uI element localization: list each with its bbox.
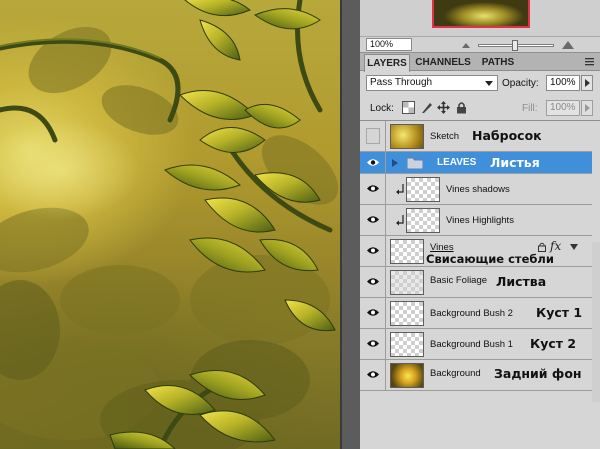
fill-label: Fill: — [522, 103, 538, 114]
clip-arrow-icon — [396, 215, 404, 226]
layer-name: Basic Foliage — [430, 275, 488, 286]
layer-row-vines-highlights[interactable]: Vines Highlights — [360, 205, 592, 236]
zoom-slider-handle[interactable] — [512, 40, 518, 51]
visibility-toggle[interactable] — [360, 121, 386, 151]
zoom-out-icon[interactable] — [462, 41, 472, 49]
layer-thumbnail — [390, 239, 424, 264]
layer-group-leaves[interactable]: LEAVES Листья — [360, 152, 592, 174]
eye-icon — [367, 278, 379, 285]
visibility-toggle[interactable] — [360, 205, 386, 235]
blend-row: Pass Through Opacity: 100% — [360, 71, 600, 95]
fx-icon[interactable]: fx — [550, 239, 561, 253]
lock-all-icon[interactable] — [455, 101, 468, 114]
layer-name: Vines shadows — [446, 184, 510, 195]
lock-row: Lock: Fill: 100% — [360, 95, 600, 121]
eye-icon — [367, 371, 379, 378]
layer-thumbnail — [390, 332, 424, 357]
fill-slider-button[interactable] — [581, 100, 593, 116]
lock-transparent-icon[interactable] — [402, 101, 415, 114]
layer-name: Background — [430, 368, 481, 379]
layer-thumbnail — [390, 270, 424, 295]
layer-thumbnail — [390, 363, 424, 388]
visibility-toggle[interactable] — [360, 360, 386, 390]
zoom-in-icon[interactable] — [562, 40, 576, 50]
blend-mode-select[interactable]: Pass Through — [366, 75, 498, 91]
layer-row-basic-foliage[interactable]: Basic Foliage Листва — [360, 267, 592, 298]
layer-thumbnail — [406, 208, 440, 233]
lock-image-icon[interactable] — [420, 101, 433, 114]
zoom-input[interactable]: 100% — [366, 38, 412, 51]
panel-menu-icon[interactable] — [584, 57, 596, 67]
lock-label: Lock: — [370, 103, 394, 114]
annotation-label: Свисающие стебли — [426, 252, 554, 266]
annotation-label: Листья — [490, 155, 540, 170]
opacity-label: Opacity: — [502, 78, 539, 89]
layer-name: Background Bush 2 — [430, 308, 513, 319]
navigator-panel — [360, 0, 600, 36]
eye-icon — [367, 340, 379, 347]
artwork — [0, 0, 339, 449]
panels-dock: 100% LAYERS CHANNELS PATHS Pass Through … — [360, 0, 600, 449]
tab-channels[interactable]: CHANNELS — [412, 54, 474, 72]
annotation-label: Набросок — [472, 128, 542, 143]
chevron-down-icon[interactable] — [570, 244, 578, 251]
layer-name: Sketch — [430, 131, 460, 142]
layers-scrollbar[interactable] — [592, 242, 600, 402]
navigator-thumbnail[interactable] — [432, 0, 530, 28]
layer-name: Vines Highlights — [446, 215, 514, 226]
layer-thumbnail — [390, 124, 424, 149]
document-canvas[interactable] — [0, 0, 340, 449]
visibility-off-box — [366, 128, 380, 144]
annotation-label: Куст 2 — [530, 336, 577, 351]
chevron-down-icon — [485, 81, 493, 86]
navigator-zoom-row: 100% — [360, 36, 600, 52]
eye-icon — [367, 216, 379, 223]
layer-row-vines[interactable]: Vines Свисающие стебли fx — [360, 236, 592, 267]
visibility-toggle[interactable] — [360, 174, 386, 204]
layer-thumbnail — [390, 301, 424, 326]
layer-row-vines-shadows[interactable]: Vines shadows — [360, 174, 592, 205]
visibility-toggle[interactable] — [360, 152, 386, 173]
lock-position-icon[interactable] — [437, 101, 450, 114]
layer-row-sketch[interactable]: Sketch Набросок — [360, 121, 592, 152]
annotation-label: Листва — [496, 274, 547, 289]
link-icon — [538, 242, 546, 252]
visibility-toggle[interactable] — [360, 298, 386, 328]
fill-input[interactable]: 100% — [546, 100, 580, 116]
visibility-toggle[interactable] — [360, 236, 386, 266]
blend-mode-value: Pass Through — [370, 77, 433, 88]
eye-icon — [367, 159, 379, 166]
annotation-label: Куст 1 — [536, 305, 583, 320]
tab-layers[interactable]: LAYERS — [364, 54, 410, 72]
layers-list: Sketch Набросок LEAVES Листья Vines shad… — [360, 121, 592, 406]
tab-paths[interactable]: PATHS — [476, 54, 520, 72]
panel-tabs: LAYERS CHANNELS PATHS — [360, 52, 600, 72]
layer-name: LEAVES — [437, 157, 477, 168]
opacity-slider-button[interactable] — [581, 75, 593, 91]
opacity-input[interactable]: 100% — [546, 75, 580, 91]
annotation-label: Задний фон — [494, 366, 582, 381]
visibility-toggle[interactable] — [360, 329, 386, 359]
layer-name: Background Bush 1 — [430, 339, 513, 350]
clip-arrow-icon — [396, 184, 404, 195]
visibility-toggle[interactable] — [360, 267, 386, 297]
layer-row-background-bush-1[interactable]: Background Bush 1 Куст 2 — [360, 329, 592, 360]
expand-arrow-icon[interactable] — [391, 159, 399, 167]
layer-row-background[interactable]: Background Задний фон — [360, 360, 592, 391]
eye-icon — [367, 185, 379, 192]
layer-row-background-bush-2[interactable]: Background Bush 2 Куст 1 — [360, 298, 592, 329]
folder-icon — [407, 157, 423, 169]
eye-icon — [367, 247, 379, 254]
layer-thumbnail — [406, 177, 440, 202]
canvas-scroll-gutter — [340, 0, 360, 449]
eye-icon — [367, 309, 379, 316]
